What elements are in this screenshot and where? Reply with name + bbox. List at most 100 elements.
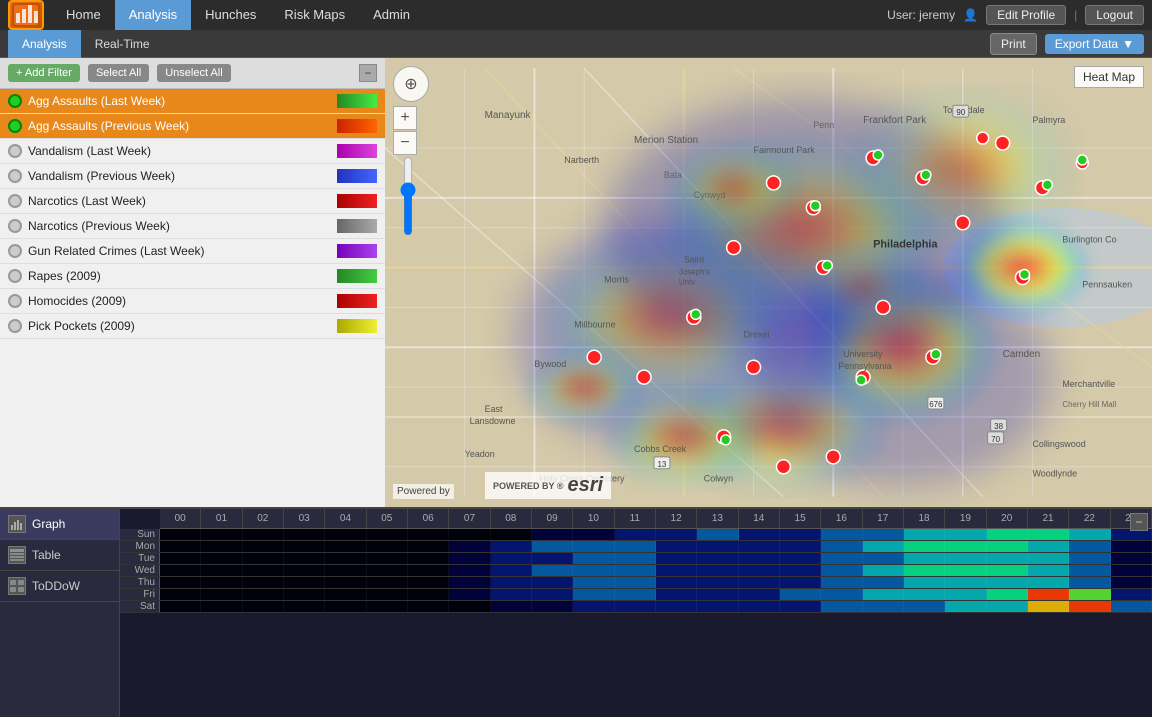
tab-todoow-label: ToDDoW [32,579,80,593]
zoom-in-btn[interactable]: + [393,106,417,130]
filter-dot-8 [8,294,22,308]
heatmap-cell-Thu-18 [904,577,945,588]
time-label-08: 08 [491,509,532,528]
heatmap-cell-Fri-4 [325,589,366,600]
nav-hunches[interactable]: Hunches [191,0,270,30]
svg-text:Palmyra: Palmyra [1032,115,1065,125]
heatmap-cell-Fri-13 [697,589,738,600]
filter-color-2 [337,144,377,158]
heatmap-cell-Sun-7 [449,529,490,540]
filter-row-0[interactable]: Agg Assaults (Last Week) [0,89,385,114]
svg-text:Cherry Hill Mall: Cherry Hill Mall [1062,400,1116,409]
heatmap-cell-Wed-19 [945,565,986,576]
heatmap-cell-Sun-3 [284,529,325,540]
heatmap-cell-Tue-14 [739,553,780,564]
opacity-slider[interactable] [400,156,416,236]
svg-text:Merion Station: Merion Station [634,135,698,146]
sidebar-minimize-btn[interactable]: − [359,64,377,82]
day-label-Sat: Sat [120,601,160,612]
heatmap-cell-Wed-23 [1111,565,1152,576]
heatmap-cell-Sat-17 [863,601,904,612]
tab-table[interactable]: Table [0,540,119,571]
time-label-18: 18 [904,509,945,528]
sub-nav-analysis[interactable]: Analysis [8,30,81,58]
filter-dot-2 [8,144,22,158]
heatmap-cell-Thu-2 [243,577,284,588]
edit-profile-btn[interactable]: Edit Profile [986,5,1066,25]
heatmap-cell-Sun-11 [615,529,656,540]
filter-row-2[interactable]: Vandalism (Last Week) [0,139,385,164]
filter-dot-7 [8,269,22,283]
svg-text:Burlington Co: Burlington Co [1062,235,1116,245]
heatmap-cell-Fri-10 [573,589,614,600]
heatmap-cell-Mon-17 [863,541,904,552]
heatmap-row-Sat: Sat [120,601,1152,613]
day-label-Thu: Thu [120,577,160,588]
heatmap-cell-Thu-12 [656,577,697,588]
sub-nav-realtime[interactable]: Real-Time [81,30,164,58]
print-btn[interactable]: Print [990,33,1037,55]
tab-graph-label: Graph [32,517,65,531]
heatmap-cell-Fri-18 [904,589,945,600]
heatmap-cell-Thu-17 [863,577,904,588]
heatmap-cell-Wed-7 [449,565,490,576]
filter-dot-0 [8,94,22,108]
bottom-minimize-btn[interactable]: − [1130,513,1148,531]
map-container[interactable]: Heat Map [385,58,1152,507]
heatmap-cell-Tue-18 [904,553,945,564]
filter-row-3[interactable]: Vandalism (Previous Week) [0,164,385,189]
svg-text:Manayunk: Manayunk [485,110,531,121]
filter-row-6[interactable]: Gun Related Crimes (Last Week) [0,239,385,264]
heatmap-cell-Sat-16 [821,601,862,612]
top-nav: Home Analysis Hunches Risk Maps Admin Us… [0,0,1152,30]
heatmap-cell-Thu-0 [160,577,201,588]
heatmap-cell-Mon-14 [739,541,780,552]
tab-todoow[interactable]: ToDDoW [0,571,119,602]
heatmap-cell-Tue-4 [325,553,366,564]
esri-text: esri [567,474,603,497]
time-label-17: 17 [863,509,904,528]
heatmap-cell-Thu-7 [449,577,490,588]
heatmap-cell-Wed-3 [284,565,325,576]
filter-row-1[interactable]: Agg Assaults (Previous Week) [0,114,385,139]
logout-btn[interactable]: Logout [1085,5,1144,25]
unselect-all-btn[interactable]: Unselect All [157,64,230,82]
svg-text:38: 38 [994,422,1003,431]
nav-home[interactable]: Home [52,0,115,30]
heatmap-cell-Mon-10 [573,541,614,552]
heatmap-cell-Mon-1 [201,541,242,552]
select-all-btn[interactable]: Select All [88,64,149,82]
filter-row-9[interactable]: Pick Pockets (2009) [0,314,385,339]
filter-list: Agg Assaults (Last Week) Agg Assaults (P… [0,89,385,507]
svg-text:Bala: Bala [664,170,682,180]
add-filter-btn[interactable]: + Add Filter [8,64,80,82]
filter-label-5: Narcotics (Previous Week) [28,219,331,233]
filter-color-1 [337,119,377,133]
export-btn[interactable]: Export Data ▼ [1045,34,1144,54]
zoom-out-btn[interactable]: − [393,131,417,155]
svg-text:Woodlynde: Woodlynde [1032,469,1077,479]
heatmap-cell-Sat-9 [532,601,573,612]
nav-admin[interactable]: Admin [359,0,424,30]
heatmap-cell-Fri-0 [160,589,201,600]
heatmap-cell-Sat-19 [945,601,986,612]
time-label-12: 12 [656,509,697,528]
tab-graph[interactable]: Graph [0,509,119,540]
heatmap-row-Fri: Fri [120,589,1152,601]
filter-row-8[interactable]: Homocides (2009) [0,289,385,314]
svg-text:Camden: Camden [1003,349,1041,360]
heatmap-cell-Sat-18 [904,601,945,612]
filter-row-4[interactable]: Narcotics (Last Week) [0,189,385,214]
svg-text:90: 90 [956,108,965,117]
heatmap-cell-Tue-7 [449,553,490,564]
filter-row-7[interactable]: Rapes (2009) [0,264,385,289]
heatmap-row-Sun: Sun [120,529,1152,541]
heatmap-grid: SunMonTueWedThuFriSat [120,529,1152,613]
heatmap-cell-Tue-0 [160,553,201,564]
bottom-panel: − Graph [0,507,1152,717]
nav-analysis[interactable]: Analysis [115,0,191,30]
day-label-Mon: Mon [120,541,160,552]
heatmap-cell-Mon-20 [987,541,1028,552]
nav-risk-maps[interactable]: Risk Maps [270,0,359,30]
filter-row-5[interactable]: Narcotics (Previous Week) [0,214,385,239]
